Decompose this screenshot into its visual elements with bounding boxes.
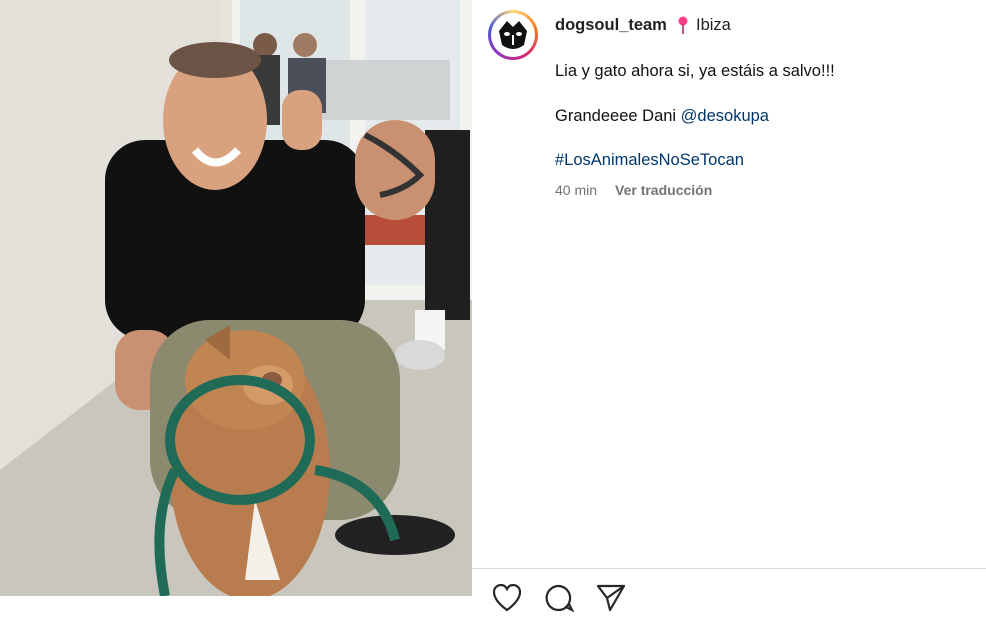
caption-line-2: Grandeeee Dani @desokupa bbox=[555, 107, 769, 126]
username[interactable]: dogsoul_team bbox=[555, 16, 667, 35]
translate-button[interactable]: Ver traducción bbox=[615, 182, 712, 198]
pin-icon bbox=[676, 16, 690, 39]
heart-icon[interactable] bbox=[492, 583, 522, 617]
timestamp: 40 min bbox=[555, 182, 598, 198]
post-sidebar: dogsoul_team Ibiza Lia y gato ahora si, … bbox=[472, 0, 986, 613]
avatar[interactable] bbox=[488, 10, 538, 60]
caption-line-1: Lia y gato ahora si, ya estáis a salvo!!… bbox=[555, 62, 835, 80]
comment-icon[interactable] bbox=[544, 584, 575, 617]
post-photo bbox=[0, 0, 472, 596]
dog-cat-logo-icon bbox=[493, 15, 533, 55]
location-link[interactable]: Ibiza bbox=[696, 16, 731, 35]
caption-text: Grandeeee Dani bbox=[555, 107, 681, 125]
hashtag-link[interactable]: #LosAnimalesNoSeTocan bbox=[555, 151, 744, 170]
mention-link[interactable]: @desokupa bbox=[681, 107, 769, 125]
send-icon[interactable] bbox=[596, 584, 626, 617]
divider bbox=[472, 568, 986, 569]
